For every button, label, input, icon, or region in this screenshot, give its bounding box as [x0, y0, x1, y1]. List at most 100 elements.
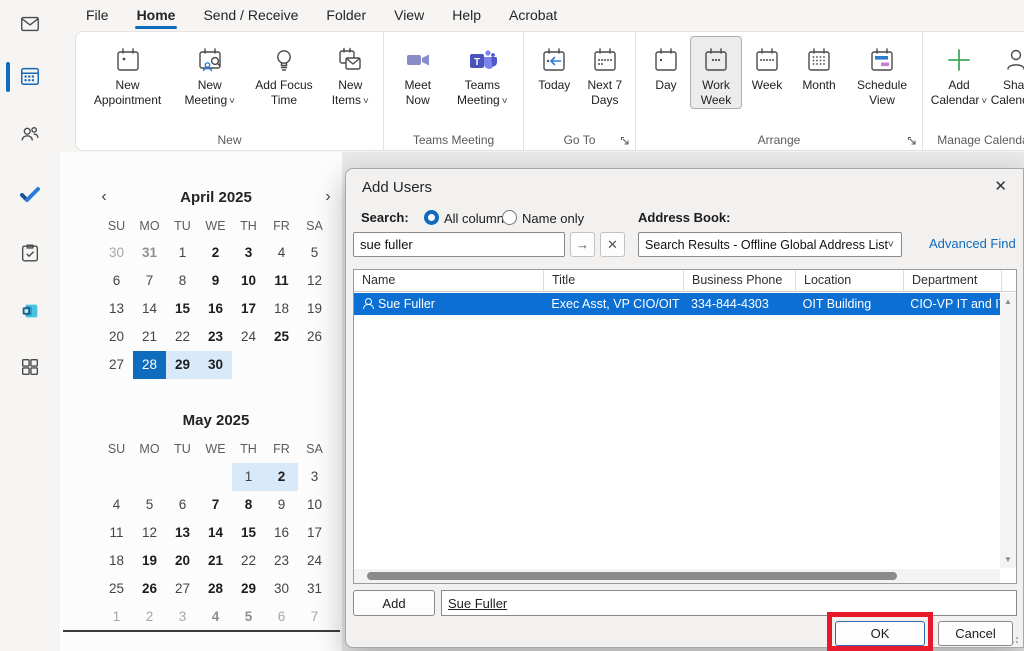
share-calendar-button[interactable]: ShareCalendar˅	[989, 36, 1024, 110]
radio-all-columns[interactable]	[424, 210, 439, 225]
next-month-button[interactable]: ›	[319, 188, 337, 206]
calendar-day[interactable]: 3	[166, 603, 199, 631]
teams-meeting-button[interactable]: T TeamsMeeting˅	[446, 36, 519, 110]
calendar-day[interactable]: 11	[265, 267, 298, 295]
search-input[interactable]: sue fuller	[353, 232, 565, 257]
clear-search-button[interactable]: ✕	[600, 232, 625, 257]
calendar-day[interactable]: 3	[232, 239, 265, 267]
calendar-day[interactable]: 23	[265, 547, 298, 575]
tasks-icon[interactable]	[18, 241, 42, 265]
calendar-day[interactable]: 5	[232, 603, 265, 631]
calendar-day[interactable]: 30	[199, 351, 232, 379]
calendar-day[interactable]: 2	[265, 463, 298, 491]
more-apps-icon[interactable]	[18, 355, 42, 379]
column-header[interactable]: Department	[904, 270, 1002, 291]
recipients-field[interactable]: Sue Fuller	[441, 590, 1017, 616]
calendar-day[interactable]: 15	[232, 519, 265, 547]
add-calendar-button[interactable]: AddCalendar˅	[929, 36, 989, 110]
calendar-day[interactable]: 4	[199, 603, 232, 631]
table-row-selected[interactable]: Sue FullerExec Asst, VP CIO/OIT334-844-4…	[354, 293, 1000, 315]
calendar-module-icon[interactable]	[18, 64, 42, 88]
tab-view[interactable]: View	[380, 0, 438, 30]
tab-folder[interactable]: Folder	[312, 0, 380, 30]
calendar-day[interactable]: 22	[232, 547, 265, 575]
calendar-day[interactable]: 12	[298, 267, 331, 295]
calendar-day[interactable]: 17	[232, 295, 265, 323]
column-header[interactable]: Location	[796, 270, 904, 291]
tab-acrobat[interactable]: Acrobat	[495, 0, 571, 30]
calendar-day[interactable]: 1	[166, 239, 199, 267]
scroll-down-icon[interactable]: ▼	[1000, 555, 1016, 564]
vertical-scrollbar[interactable]: ▲ ▼	[1000, 293, 1016, 568]
calendar-day[interactable]: 20	[100, 323, 133, 351]
calendar-day[interactable]: 27	[100, 351, 133, 379]
schedule-view-button[interactable]: ScheduleView	[846, 36, 918, 109]
horizontal-scroll-thumb[interactable]	[367, 572, 897, 580]
new-appointment-button[interactable]: NewAppointment	[82, 36, 173, 109]
ok-button[interactable]: OK	[835, 621, 925, 646]
calendar-day[interactable]: 5	[133, 491, 166, 519]
dialog-launcher-icon[interactable]	[907, 136, 917, 146]
calendar-day[interactable]: 16	[199, 295, 232, 323]
calendar-day[interactable]: 9	[265, 491, 298, 519]
calendar-day[interactable]: 28	[133, 351, 166, 379]
add-focus-time-button[interactable]: Add FocusTime	[246, 36, 321, 109]
calendar-day[interactable]: 9	[199, 267, 232, 295]
scroll-up-icon[interactable]: ▲	[1000, 297, 1016, 306]
calendar-day[interactable]: 2	[133, 603, 166, 631]
advanced-find-link[interactable]: Advanced Find	[929, 236, 1016, 251]
calendar-day[interactable]: 4	[100, 491, 133, 519]
calendar-day[interactable]: 1	[232, 463, 265, 491]
calendar-day[interactable]: 7	[298, 603, 331, 631]
calendar-day[interactable]: 6	[100, 267, 133, 295]
cancel-button[interactable]: Cancel	[938, 621, 1013, 646]
calendar-day[interactable]: 5	[298, 239, 331, 267]
calendar-day[interactable]: 8	[166, 267, 199, 295]
dialog-launcher-icon[interactable]	[620, 136, 630, 146]
address-book-select[interactable]: Search Results - Offline Global Address …	[638, 232, 902, 257]
calendar-day[interactable]: 25	[100, 575, 133, 603]
calendar-day[interactable]: 26	[133, 575, 166, 603]
calendar-day[interactable]: 30	[265, 575, 298, 603]
calendar-day[interactable]: 25	[265, 323, 298, 351]
calendar-day[interactable]: 14	[199, 519, 232, 547]
mail-icon[interactable]	[18, 12, 42, 36]
calendar-day[interactable]: 30	[100, 239, 133, 267]
calendar-day[interactable]: 12	[133, 519, 166, 547]
calendar-day[interactable]: 7	[133, 267, 166, 295]
calendar-day[interactable]: 15	[166, 295, 199, 323]
column-header[interactable]: Business Phone	[684, 270, 796, 291]
today-button[interactable]: Today	[530, 36, 579, 94]
horizontal-scrollbar[interactable]	[354, 569, 1000, 583]
todo-icon[interactable]	[18, 182, 42, 206]
meet-now-button[interactable]: MeetNow	[390, 36, 446, 109]
go-search-button[interactable]: →	[570, 232, 595, 257]
tab-file[interactable]: File	[72, 0, 123, 30]
calendar-day[interactable]: 19	[133, 547, 166, 575]
calendar-day[interactable]: 29	[166, 351, 199, 379]
calendar-day[interactable]: 18	[265, 295, 298, 323]
calendar-day[interactable]: 10	[232, 267, 265, 295]
calendar-day[interactable]: 13	[100, 295, 133, 323]
calendar-day[interactable]: 3	[298, 463, 331, 491]
calendar-day[interactable]: 2	[199, 239, 232, 267]
tab-help[interactable]: Help	[438, 0, 495, 30]
calendar-day[interactable]: 6	[265, 603, 298, 631]
calendar-day[interactable]: 31	[298, 575, 331, 603]
calendar-day[interactable]: 10	[298, 491, 331, 519]
day-view-button[interactable]: Day	[642, 36, 690, 94]
calendar-day[interactable]: 20	[166, 547, 199, 575]
calendar-day[interactable]: 19	[298, 295, 331, 323]
calendar-day[interactable]: 31	[133, 239, 166, 267]
calendar-day[interactable]: 26	[298, 323, 331, 351]
column-header[interactable]: Name	[354, 270, 544, 291]
calendar-day[interactable]: 29	[232, 575, 265, 603]
calendar-day[interactable]: 4	[265, 239, 298, 267]
calendar-day[interactable]: 16	[265, 519, 298, 547]
addin-app-icon[interactable]	[18, 299, 42, 323]
calendar-day[interactable]: 1	[100, 603, 133, 631]
calendar-day[interactable]: 6	[166, 491, 199, 519]
column-header[interactable]: Title	[544, 270, 684, 291]
calendar-day[interactable]: 14	[133, 295, 166, 323]
radio-name-only[interactable]	[502, 210, 517, 225]
